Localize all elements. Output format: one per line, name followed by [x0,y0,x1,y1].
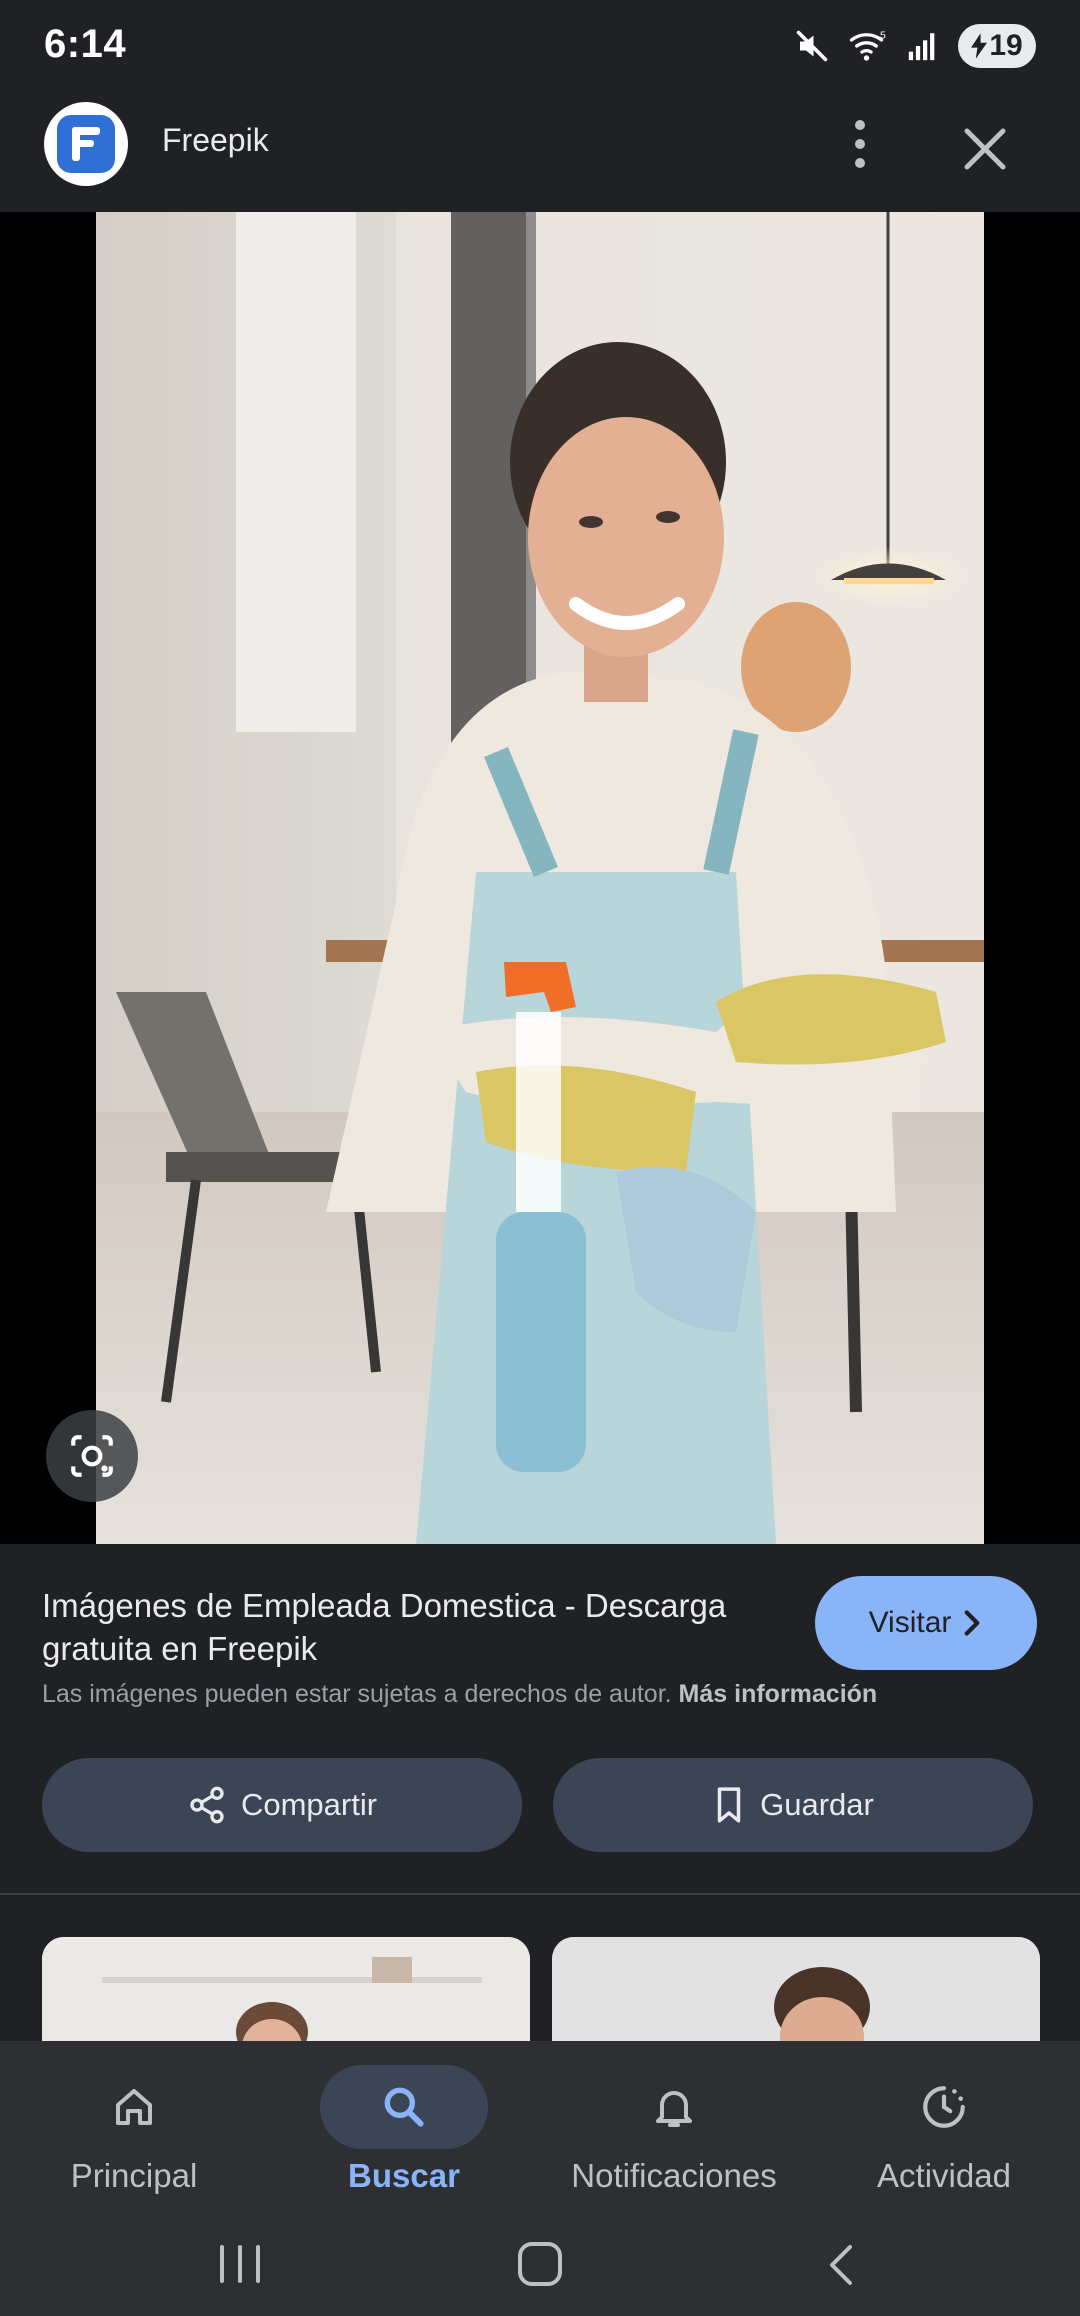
more-info-link[interactable]: Más información [679,1680,878,1708]
search-icon [320,2065,488,2149]
back-icon[interactable] [820,2241,864,2289]
bookmark-icon [717,1787,741,1823]
battery-level: 19 [989,29,1023,62]
nav-item-notificaciones[interactable]: Notificaciones [544,2053,804,2203]
chevron-right-icon [965,1610,980,1636]
nav-label: Actividad [877,2157,1011,2194]
nav-item-principal[interactable]: Principal [4,2053,264,2203]
related-image[interactable] [552,1937,1040,2041]
freepik-logo [57,115,115,173]
status-time: 6:14 [44,22,127,66]
main-image[interactable] [96,212,984,1544]
lens-icon[interactable] [46,1410,138,1502]
nav-item-actividad[interactable]: Actividad [814,2053,1074,2203]
recents-icon[interactable] [210,2241,270,2287]
share-button[interactable]: Compartir [42,1758,522,1852]
copyright-text: Las imágenes pueden estar sujetas a dere… [42,1680,672,1708]
svg-text:5: 5 [880,30,886,42]
signal-icon [908,33,935,61]
bottom-nav: Principal Buscar Notificaciones Activida… [0,2041,1080,2211]
nav-item-buscar[interactable]: Buscar [274,2053,534,2203]
copyright-notice: Las imágenes pueden estar sujetas a dere… [42,1680,877,1709]
save-label: Guardar [760,1787,874,1822]
app-header: Freepik [0,92,1080,212]
status-bar: 6:14 5 19 [0,0,1080,92]
share-icon [190,1786,224,1824]
related-image[interactable] [42,1937,530,2041]
image-viewer[interactable] [0,212,1080,1544]
wifi-icon: 5 [849,30,886,61]
bolt-icon [971,33,988,59]
system-nav [0,2211,1080,2316]
activity-icon [860,2065,1028,2149]
home-icon [50,2065,218,2149]
site-name[interactable]: Freepik [162,122,269,159]
share-label: Compartir [240,1787,378,1822]
more-vert-icon[interactable] [836,110,884,178]
related-images [0,1895,1080,2041]
nav-label: Buscar [348,2157,460,2194]
image-title[interactable]: Imágenes de Empleada Domestica - Descarg… [42,1584,782,1670]
bell-icon [590,2065,758,2149]
nav-label: Notificaciones [571,2157,777,2194]
save-button[interactable]: Guardar [553,1758,1033,1852]
visit-button[interactable]: Visitar [815,1576,1037,1670]
mute-icon [796,30,828,62]
battery-charging-icon: 19 [958,24,1036,68]
visit-label: Visitar [868,1606,952,1639]
nav-label: Principal [70,2157,198,2194]
close-icon[interactable] [950,114,1020,184]
site-avatar[interactable] [44,102,128,186]
status-icons: 5 19 [794,22,1036,70]
home-system-icon[interactable] [515,2239,565,2289]
image-info: Imágenes de Empleada Domestica - Descarg… [0,1544,1080,1894]
